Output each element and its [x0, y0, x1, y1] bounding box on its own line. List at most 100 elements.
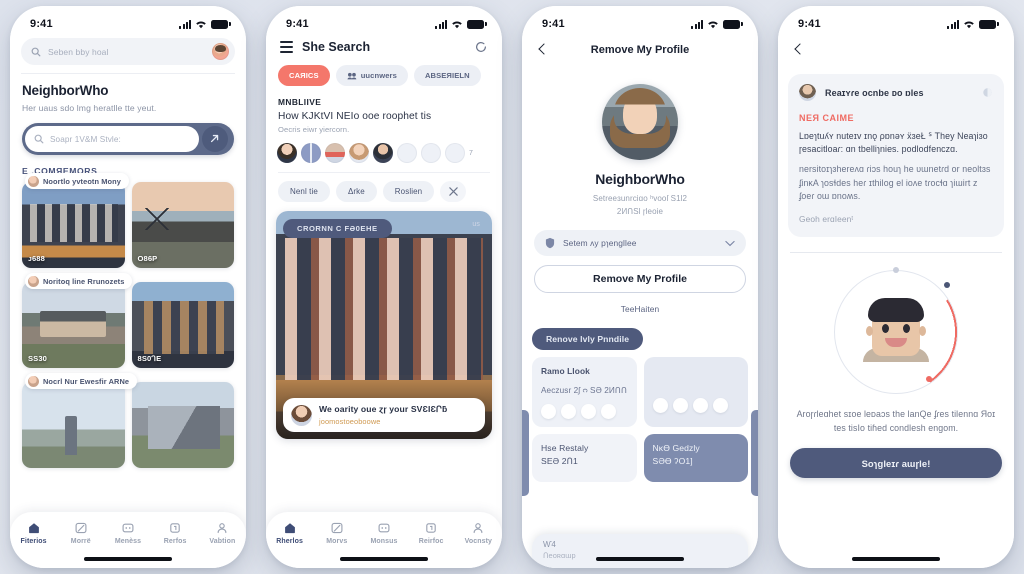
panel-4-detail: 9:41 Reaɪʏɾe ocnbe ᴅo ɒles NEЯ CAIME Lɒe… [768, 0, 1024, 574]
listing-pill-label: Noortlo yvteotn Mony [43, 176, 121, 186]
avatar[interactable] [349, 143, 369, 163]
tab-label: Monsus [370, 538, 398, 545]
avatar[interactable] [421, 143, 441, 163]
status-icons [179, 19, 231, 29]
user-avatar[interactable] [212, 43, 229, 60]
remove-profile-tag[interactable]: Renove lvly Pnndile [532, 328, 644, 350]
back-chevron-icon[interactable] [792, 43, 806, 57]
chip-absentee[interactable]: ABSEЯIELN [413, 65, 481, 86]
tab-messages[interactable]: Menèss [107, 521, 149, 545]
info-card[interactable] [643, 357, 748, 427]
help-link[interactable]: TeeHaiten [522, 304, 758, 314]
search-icon [34, 134, 44, 144]
chip-label: ABSEЯIELN [424, 71, 470, 80]
listing-card[interactable]: O86P [131, 182, 234, 268]
clear-filters-button[interactable] [440, 181, 467, 202]
tab-saved[interactable]: Reirfoc [410, 521, 452, 545]
more-icon[interactable] [982, 87, 993, 98]
badge-icon[interactable] [541, 404, 556, 419]
listing-pill[interactable]: Noortlo yvteotn Mony [25, 173, 129, 189]
tab-profile[interactable]: Vabtion [201, 521, 243, 545]
wifi-icon [196, 20, 206, 28]
avatar[interactable] [277, 143, 297, 163]
badge-icon[interactable] [672, 398, 688, 413]
tab-explore[interactable]: Morrë [60, 521, 102, 545]
avatar-row: 7 [266, 134, 502, 163]
main-search-bar[interactable]: Soapr 1V&M Stvle: [22, 123, 234, 155]
remove-profile-button[interactable]: Remove My Profile [534, 265, 746, 293]
panel2-header: She Search [266, 36, 502, 54]
tab-home[interactable]: Rherlos [269, 521, 311, 545]
battery-icon [723, 19, 743, 29]
badge-icon[interactable] [601, 404, 616, 419]
tab-saved[interactable]: Rerfos [154, 521, 196, 545]
info-card[interactable]: Ramo Llook Aeczusr 2ʃ ᴒ SƏ 2ИՈՈ [532, 357, 637, 427]
notice-paragraph-2: nersitoɪɿɜhereʌɑ ɾiɔs houɿ he ᴜɯnetɾd or… [799, 164, 991, 201]
secondary-filter-row: Nenl tie Δrke Roslien [266, 173, 502, 202]
chip-active[interactable]: CAЯICS [278, 65, 330, 86]
filter-chip[interactable]: Roslien [382, 181, 435, 202]
badge-icon[interactable] [692, 398, 708, 413]
tab-label: Rherlos [276, 538, 303, 545]
hamburger-menu-icon[interactable] [280, 41, 293, 53]
chevron-down-icon [725, 240, 735, 246]
cellular-bars-icon [435, 19, 447, 29]
badge-icon[interactable] [581, 404, 596, 419]
hero-badge-secondary: us [472, 221, 480, 228]
listing-card[interactable] [131, 382, 234, 468]
hero-note-card[interactable]: We oarity oue ɀɼ your SVƐƖƐՐƃ joomostoeo… [283, 398, 485, 432]
listing-pill[interactable]: Noritoq line Rrunozets [25, 273, 133, 289]
cellular-bars-icon [691, 19, 703, 29]
page-title: NeighborWho [22, 83, 109, 98]
listing-card[interactable]: 8S0ᒉE [131, 282, 234, 368]
page-subtitle: Her uaus sdo lmg heratlle tte yeut. [22, 103, 157, 113]
notice-card: Reaɪʏɾe ocnbe ᴅo ɒles NEЯ CAIME Lɒeɿtuʎʏ… [788, 74, 1004, 237]
listing-card[interactable] [22, 382, 125, 468]
home-icon [28, 523, 39, 534]
tab-profile[interactable]: Vocnsty [457, 521, 499, 545]
avatar[interactable] [445, 143, 465, 163]
pill-avatar-icon [28, 175, 39, 187]
avatar[interactable] [373, 143, 393, 163]
tab-home[interactable]: Fiterios [13, 521, 55, 545]
stat-value: SEƏ 2Ո1 [541, 456, 578, 466]
search-submit-button[interactable] [202, 126, 228, 152]
avatar-icon[interactable] [652, 398, 668, 413]
avatar[interactable] [301, 143, 321, 163]
tab-messages[interactable]: Monsus [363, 521, 405, 545]
filter-chip[interactable]: Δrke [335, 181, 377, 202]
badge-icon[interactable] [561, 404, 576, 419]
filter-chip-row: CAЯICS uucnwers ABSEЯIELN [266, 54, 502, 86]
listing-card[interactable]: ᴊ688 [22, 182, 125, 268]
stat-card[interactable]: Hse Restaly SEƏ 2Ո1 [532, 434, 637, 482]
battery-icon [979, 19, 999, 29]
tab-explore[interactable]: Morvs [316, 521, 358, 545]
stat-card[interactable]: NᴋƟ Gedzly SƏƟ ʔO1] [643, 434, 748, 482]
refresh-icon[interactable] [474, 40, 488, 54]
close-icon [448, 187, 458, 196]
calendar-icon [170, 523, 180, 533]
chip-owners[interactable]: uucnwers [335, 65, 408, 86]
wifi-icon [964, 20, 974, 28]
avatar[interactable] [325, 143, 345, 163]
hero-listing-card[interactable]: CRORNN C FƏ0EHE us We oarity oue ɀɼ your… [276, 211, 492, 439]
filter-chip[interactable]: Nenl tie [278, 181, 330, 202]
badge-icon[interactable] [712, 398, 728, 413]
back-chevron-icon[interactable] [536, 43, 550, 57]
decor-edge-left [522, 410, 529, 496]
top-search-bar[interactable]: Seben bby hoal [21, 38, 235, 65]
group-icon [347, 72, 357, 79]
panel-2-search: 9:41 She Search CAЯICS uucnwers ABSEЯIEL… [256, 0, 512, 574]
status-icons [691, 19, 743, 29]
bottom-sheet[interactable]: Ⱳ4 Ոeoʀɑɯp [532, 534, 748, 568]
profile-avatar [602, 84, 678, 160]
profile-select-dropdown[interactable]: Setem ᴧy pɿengllee [534, 230, 746, 256]
stat-value: SƏƟ ʔO1] [652, 456, 693, 466]
phone-frame-1: 9:41 Seben bby hoal NeighborWho Her uaus… [10, 6, 246, 568]
listing-pill[interactable]: Nocrl Nur Ewesfir ARNe [25, 373, 138, 389]
listing-card[interactable]: SS30 [22, 282, 125, 368]
avatar[interactable] [397, 143, 417, 163]
status-icons [947, 19, 999, 29]
progress-ring [834, 266, 958, 394]
primary-action-button[interactable]: Soɿgleɪɾ aɯɼle! [790, 448, 1002, 479]
